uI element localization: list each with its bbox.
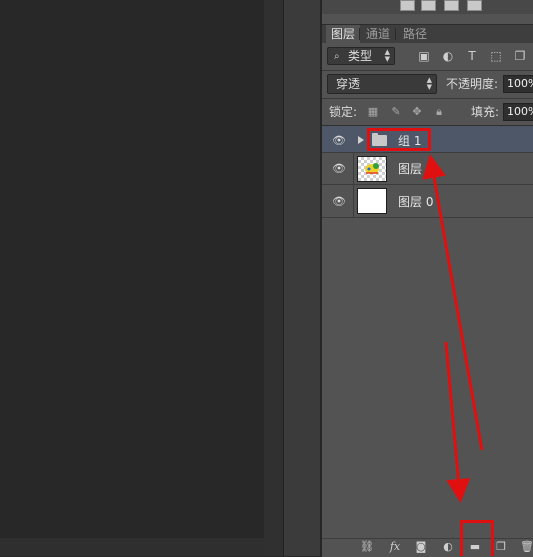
smart-object-filter-icon[interactable]: ❐ (513, 49, 527, 63)
annotation-highlight-new-group-button (460, 520, 494, 556)
annotation-highlight-group (367, 128, 431, 151)
lock-position-move-icon[interactable]: ✥ (411, 106, 423, 118)
channel-mixer-icon[interactable] (444, 0, 459, 11)
shape-filter-icon[interactable]: ⬚ (489, 49, 503, 63)
panel-tabbar: 图层 通道 路径 (322, 24, 533, 43)
divider (322, 70, 533, 71)
tab-separator (395, 28, 396, 40)
search-icon: ⌕ (334, 51, 340, 62)
sticker-graphic-icon (365, 163, 379, 174)
layer-thumbnail-transparent (357, 156, 387, 182)
tab-separator (359, 28, 360, 40)
fill-input[interactable]: 100% (503, 103, 533, 121)
filter-kind-label: 类型 (348, 49, 373, 63)
layer-thumbnail-white (357, 188, 387, 214)
expand-triangle-icon[interactable] (358, 136, 364, 144)
opacity-label: 不透明度: (446, 77, 499, 91)
tab-paths[interactable]: 路径 (398, 25, 432, 43)
updown-arrows-icon: ▲ ▼ (384, 48, 390, 63)
eye-visibility-icon[interactable]: 👁︎ (332, 162, 346, 175)
document-canvas-area (0, 0, 264, 556)
blend-mode-value: 穿透 (336, 77, 361, 91)
divider (322, 98, 533, 99)
new-layer-icon[interactable]: ❐ (494, 540, 508, 554)
adjustment-icon[interactable]: ◐ (441, 540, 455, 554)
opacity-input[interactable]: 100% (503, 75, 533, 93)
lock-all-padlock-icon[interactable]: 🔒︎ (433, 106, 445, 118)
trash-icon[interactable]: 🗑︎ (520, 540, 533, 554)
pixel-filter-icon[interactable]: ▣ (417, 49, 431, 63)
lock-label: 锁定: (329, 105, 358, 119)
layer-filter-select[interactable]: ⌕ 类型 ▲ ▼ (327, 47, 395, 65)
updown-arrows-icon: ▲ ▼ (426, 76, 432, 91)
canvas-status-strip (0, 538, 264, 556)
blend-mode-select[interactable]: 穿透 ▲ ▼ (327, 74, 437, 94)
canvas-gutter (264, 0, 283, 556)
exposure-adjustment-icon[interactable] (421, 0, 436, 11)
layer-name-layer-0[interactable]: 图层 0 (398, 195, 433, 209)
invert-adjustment-icon[interactable] (467, 0, 482, 11)
tab-layers[interactable]: 图层 (326, 25, 361, 43)
adjustment-filter-icon[interactable]: ◐ (441, 49, 455, 63)
fx-icon[interactable]: fx (386, 540, 404, 554)
link-icon[interactable]: ⛓ (359, 540, 375, 554)
fill-label: 填充: (471, 105, 500, 119)
tab-channels[interactable]: 通道 (361, 25, 395, 43)
mask-icon[interactable]: ◙ (414, 540, 428, 554)
type-filter-icon[interactable]: T (465, 49, 479, 63)
lock-image-brush-icon[interactable]: ✎ (390, 106, 402, 118)
panel-dock-strip (284, 0, 320, 556)
curves-adjustment-icon[interactable] (400, 0, 415, 11)
eye-visibility-icon[interactable]: 👁︎ (332, 134, 346, 147)
eye-visibility-icon[interactable]: 👁︎ (332, 195, 346, 208)
layer-name-layer-1[interactable]: 图层 1 (398, 162, 433, 176)
lock-transparent-icon[interactable]: ▦ (367, 106, 379, 118)
